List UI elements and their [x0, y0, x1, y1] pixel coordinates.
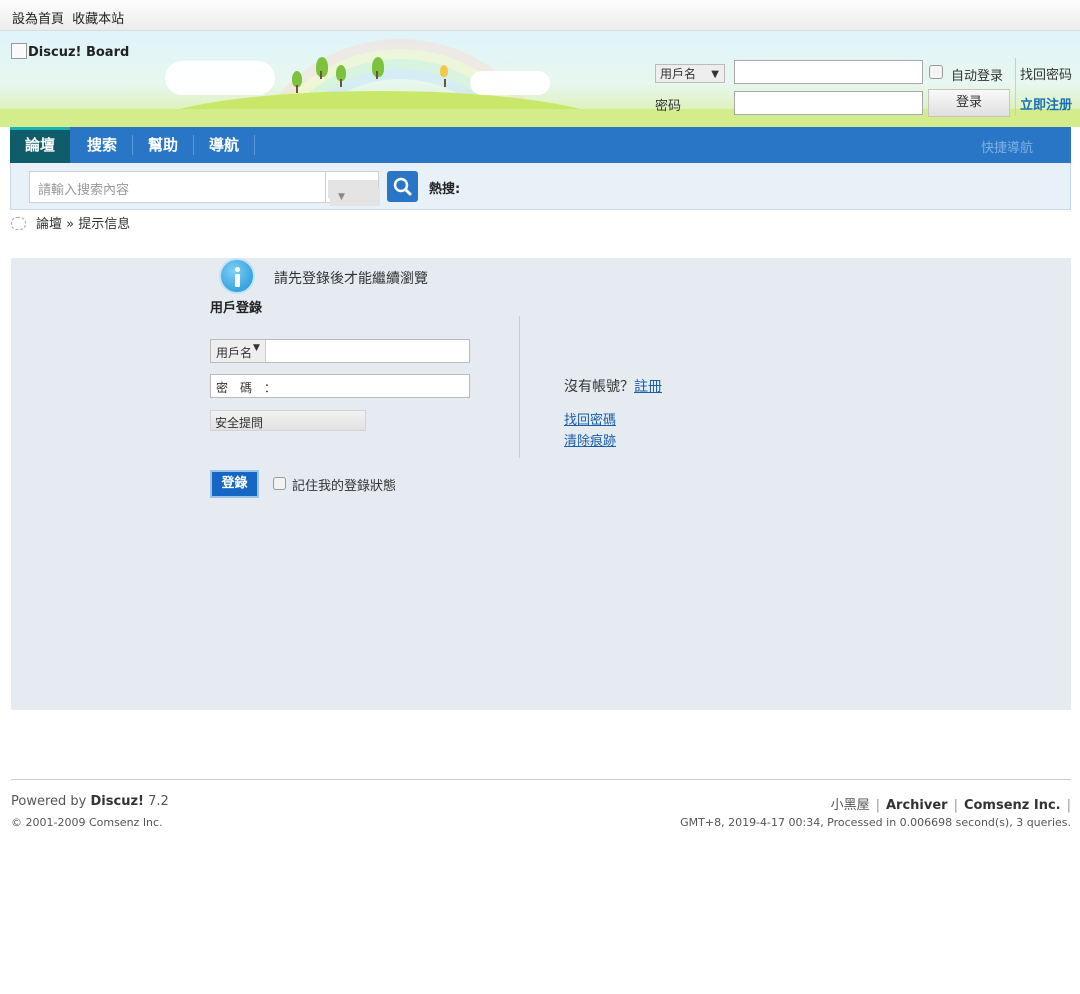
quick-nav-link[interactable]: 快捷導航: [981, 137, 1033, 156]
panel-divider: [519, 316, 520, 458]
cloud-decoration: [470, 71, 550, 95]
set-homepage-link[interactable]: 設為首頁: [12, 12, 64, 27]
tree-decoration: [292, 71, 302, 93]
security-question-select[interactable]: 安全提問: [210, 410, 366, 431]
copyright: © 2001-2009 Comsenz Inc.: [11, 816, 163, 829]
register-link[interactable]: 註冊: [634, 379, 662, 395]
tree-decoration: [316, 57, 328, 79]
auto-login-checkbox[interactable]: [929, 65, 943, 79]
password-label: 密码: [655, 99, 682, 114]
remember-me-label: 記住我的登錄狀態: [292, 479, 397, 494]
main-nav: 論壇 搜索 幫助 導航 快捷導航: [10, 127, 1071, 163]
breadcrumb-current: 提示信息: [78, 217, 131, 232]
cloud-decoration: [165, 61, 275, 95]
nav-item-forum[interactable]: 論壇: [10, 127, 70, 163]
nav-item-search[interactable]: 搜索: [72, 127, 132, 163]
top-bar: 設為首頁 收藏本站: [0, 0, 1080, 31]
remember-me-checkbox[interactable]: [273, 477, 286, 490]
find-password-link[interactable]: 找回密码: [1020, 64, 1072, 83]
register-link[interactable]: 立即注册: [1020, 94, 1072, 113]
nav-item-help[interactable]: 幫助: [133, 127, 193, 163]
header-login-form: 用戶名 ▼ 自动登录 找回密码 密码 登录 立即注册: [650, 31, 1080, 127]
username-field[interactable]: 用戶名 ▼: [210, 339, 470, 363]
broken-image-icon: [11, 43, 27, 59]
clear-traces-link[interactable]: 清除痕跡: [564, 430, 616, 449]
auto-login-label: 自动登录: [951, 69, 1004, 84]
info-icon: [219, 258, 255, 294]
tree-decoration: [372, 57, 384, 79]
login-box-title: 用戶登錄: [210, 301, 263, 316]
login-required-panel: 請先登錄後才能繼續瀏覽 用戶登錄 用戶名 ▼ 密 碼 ： 安全提問 登錄 記住我…: [11, 258, 1071, 710]
footer-stats: GMT+8, 2019-4-17 00:34, Processed in 0.0…: [680, 816, 1071, 829]
header-password-input[interactable]: [734, 91, 923, 115]
powered-version: 7.2: [148, 794, 169, 809]
top-links: 設為首頁 收藏本站: [12, 8, 128, 27]
chevron-down-icon: ▼: [252, 343, 264, 353]
nav-separator: [254, 135, 255, 155]
search-type-select[interactable]: 帖子 ▼: [326, 171, 380, 206]
chevron-down-icon: ▼: [711, 69, 719, 80]
username-type-value: 用戶名: [216, 346, 253, 360]
header-divider: [1015, 58, 1016, 116]
search-icon: [393, 177, 412, 196]
breadcrumb: 論壇 » 提示信息: [11, 213, 130, 232]
breadcrumb-forum[interactable]: 論壇: [36, 217, 62, 232]
bookmark-link[interactable]: 收藏本站: [72, 12, 124, 27]
footer-divider: [11, 779, 1071, 780]
logo-alt-text: Discuz! Board: [28, 45, 130, 60]
search-type-value: 帖子 ▼: [328, 180, 380, 206]
search-input[interactable]: 請輸入搜索內容: [29, 171, 326, 203]
chevron-down-icon: ▼: [330, 188, 380, 206]
find-password-link[interactable]: 找回密碼: [564, 409, 616, 428]
footer-separator: |: [1066, 798, 1071, 813]
powered-prefix: Powered by: [11, 794, 87, 809]
no-account-text: 沒有帳號？註冊: [564, 376, 662, 396]
footer-link-comsenz[interactable]: Comsenz Inc.: [964, 798, 1061, 813]
footer-link-archiver[interactable]: Archiver: [886, 798, 948, 813]
username-type-value: 用戶名: [660, 67, 697, 81]
login-submit-button[interactable]: 登錄: [210, 470, 259, 498]
header-username-input[interactable]: [734, 60, 923, 84]
tree-decoration: [440, 65, 448, 87]
footer-links: 小黑屋 | Archiver | Comsenz Inc. |: [831, 794, 1071, 813]
password-label: 密 碼 ：: [211, 375, 281, 397]
footer-separator: |: [953, 798, 958, 813]
powered-by: Powered by Discuz! 7.2: [11, 794, 169, 809]
site-logo[interactable]: Discuz! Board: [11, 43, 129, 60]
footer-separator: |: [875, 798, 880, 813]
login-required-message: 請先登錄後才能繼續瀏覽: [274, 271, 428, 287]
no-account-label: 沒有帳號？: [564, 379, 634, 395]
nav-item-navigation[interactable]: 導航: [194, 127, 254, 163]
username-type-select[interactable]: 用戶名 ▼: [655, 64, 725, 83]
header-login-button[interactable]: 登录: [928, 89, 1010, 117]
search-button[interactable]: [387, 171, 418, 202]
username-type-select[interactable]: 用戶名 ▼: [211, 340, 266, 362]
footer-link-blacklist[interactable]: 小黑屋: [831, 798, 870, 813]
search-bar: 請輸入搜索內容 帖子 ▼ 熱搜:: [10, 163, 1071, 210]
password-field[interactable]: 密 碼 ：: [210, 374, 470, 398]
discuz-link[interactable]: Discuz!: [91, 794, 144, 809]
hot-search-label: 熱搜:: [429, 182, 461, 197]
breadcrumb-separator: »: [66, 217, 75, 232]
site-header: Discuz! Board 用戶名 ▼ 自动登录 找回密码 密码 登录 立即注册: [0, 31, 1080, 127]
home-icon[interactable]: [11, 217, 26, 230]
tree-decoration: [336, 65, 346, 87]
